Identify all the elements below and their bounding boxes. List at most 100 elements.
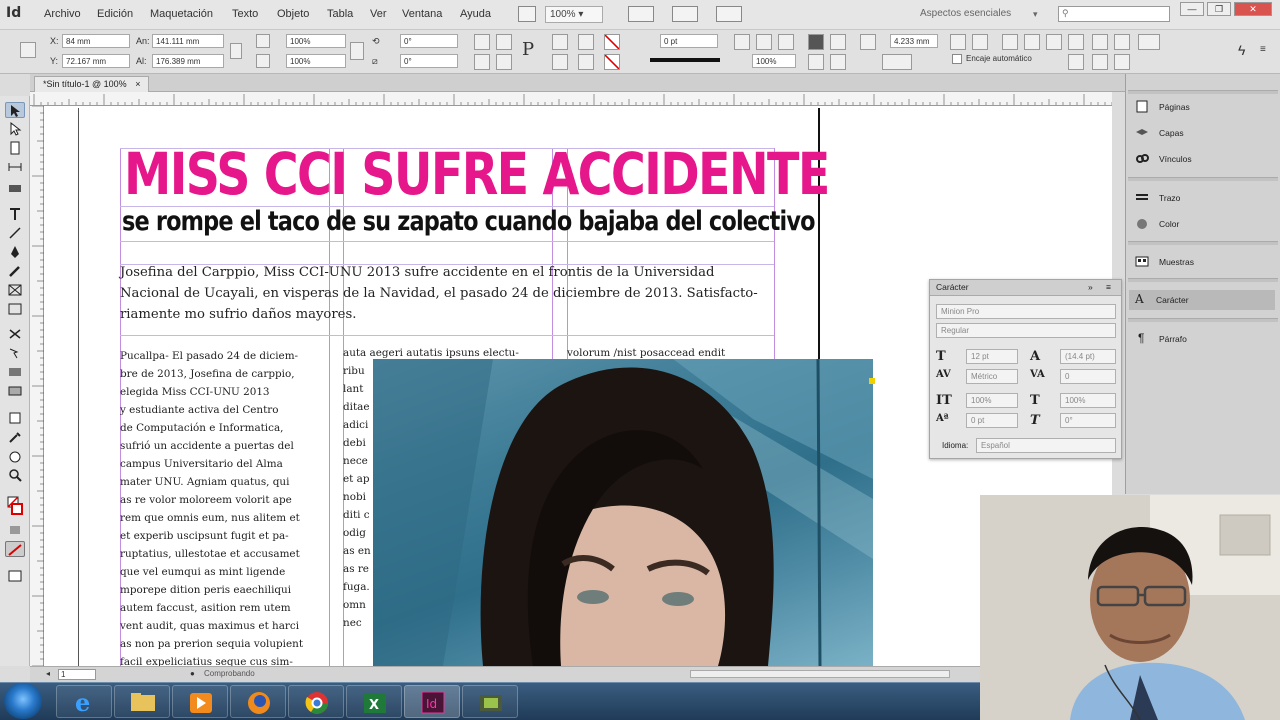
free-transform-tool-icon[interactable] (5, 345, 25, 361)
vertical-ruler[interactable] (30, 105, 44, 667)
view-options-icon[interactable] (672, 6, 698, 22)
body-column-1[interactable]: Pucallpa- El pasado 24 de diciem- bre de… (120, 347, 328, 671)
excel-icon[interactable]: X (346, 685, 402, 718)
hand-tool-icon[interactable] (5, 448, 25, 464)
zoom-tool-icon[interactable] (5, 467, 25, 483)
menu-texto[interactable]: Texto (232, 8, 258, 20)
menu-ver[interactable]: Ver (370, 8, 387, 20)
font-style-select[interactable]: Regular (936, 323, 1116, 338)
workspace-switcher[interactable]: Aspectos esenciales (920, 8, 1011, 19)
note-tool-icon[interactable] (5, 410, 25, 426)
panel-layers[interactable]: Capas (1132, 123, 1272, 143)
gap-field[interactable]: 4.233 mm (890, 34, 938, 48)
flip-v-icon[interactable] (496, 54, 512, 70)
arrange-documents-icon[interactable] (716, 6, 742, 22)
stroke-none-icon[interactable] (604, 54, 620, 70)
firefox-icon[interactable] (230, 685, 286, 718)
distribute-center-icon[interactable] (1092, 34, 1108, 50)
chrome-icon[interactable] (288, 685, 344, 718)
constrain-proportions-icon[interactable] (230, 43, 242, 59)
screen-recorder-icon[interactable] (462, 685, 518, 718)
menu-tabla[interactable]: Tabla (327, 8, 353, 20)
font-size-field[interactable]: 12 pt (966, 349, 1018, 364)
align-v-center-icon[interactable] (1024, 34, 1040, 50)
panel-character[interactable]: A Carácter (1129, 290, 1275, 310)
workspace-chevron-icon[interactable]: ▾ (1033, 9, 1038, 20)
page-number-field[interactable]: 1 (58, 669, 96, 680)
minimize-button[interactable]: — (1180, 2, 1204, 16)
select-prev-icon[interactable] (578, 34, 594, 50)
direct-selection-tool-icon[interactable] (5, 121, 25, 137)
effects-icon[interactable] (778, 34, 794, 50)
height-field[interactable]: 176.389 mm (152, 54, 224, 68)
gradient-feather-tool-icon[interactable] (5, 383, 25, 399)
lead-paragraph[interactable]: Josefina del Carppio, Miss CCI-UNU 2013 … (120, 262, 776, 325)
scale-y-field[interactable]: 100% (286, 54, 346, 68)
tracking-field[interactable]: 0 (1060, 369, 1116, 384)
align-bottom-edges-icon[interactable] (1046, 34, 1062, 50)
distribute-top-icon[interactable] (1068, 54, 1084, 70)
fit-frame-icon[interactable] (808, 34, 824, 50)
menu-ventana[interactable]: Ventana (402, 8, 442, 20)
prev-page-icon[interactable]: ◂ (46, 669, 50, 678)
opacity-field[interactable]: 100% (752, 54, 796, 68)
gap-tool-icon[interactable] (5, 159, 25, 175)
fill-stroke-swatch-icon[interactable] (5, 494, 25, 518)
corner-options-icon[interactable] (860, 34, 876, 50)
fit-content-icon[interactable] (830, 34, 846, 50)
pencil-tool-icon[interactable] (5, 263, 25, 279)
apply-none-icon[interactable] (5, 541, 25, 557)
close-button[interactable]: ✕ (1234, 2, 1272, 16)
width-field[interactable]: 141.111 mm (152, 34, 224, 48)
panel-links[interactable]: Vínculos (1132, 149, 1272, 169)
y-field[interactable]: 72.167 mm (62, 54, 130, 68)
menu-objeto[interactable]: Objeto (277, 8, 309, 20)
rectangle-tool-icon[interactable] (5, 301, 25, 317)
center-content-icon[interactable] (808, 54, 824, 70)
panel-pages[interactable]: Páginas (1132, 97, 1272, 117)
shear-field[interactable]: 0° (400, 54, 458, 68)
bridge-icon[interactable] (518, 6, 536, 22)
character-panel-header[interactable]: Carácter » ≡ (930, 280, 1121, 296)
frame-handle[interactable] (869, 378, 875, 384)
font-family-select[interactable]: Minion Pro (936, 304, 1116, 319)
page-tool-icon[interactable] (5, 140, 25, 156)
stroke-weight-field[interactable]: 0 pt (660, 34, 718, 48)
scissors-tool-icon[interactable] (5, 326, 25, 342)
panel-stroke[interactable]: Trazo (1132, 188, 1272, 208)
reference-point-icon[interactable] (20, 42, 36, 58)
internet-explorer-icon[interactable]: e (56, 685, 112, 718)
horizontal-scale-field[interactable]: 100% (1060, 393, 1116, 408)
rectangle-frame-tool-icon[interactable] (5, 282, 25, 298)
constrain-scale-icon[interactable] (350, 42, 364, 60)
path-text-icon[interactable]: P (522, 39, 534, 60)
preflight-icon[interactable]: ● (190, 669, 195, 678)
flip-h-icon[interactable] (474, 54, 490, 70)
horizontal-ruler[interactable] (30, 92, 1112, 106)
screen-mode-icon[interactable] (628, 6, 654, 22)
corner-shape-icon[interactable] (882, 54, 912, 70)
autofit-checkbox[interactable] (952, 54, 962, 64)
menu-edicion[interactable]: Edición (97, 8, 133, 20)
fill-frame-icon[interactable] (830, 54, 846, 70)
zoom-select[interactable]: 100% ▾ (545, 6, 603, 23)
horizontal-scrollbar[interactable] (690, 670, 950, 678)
rotation-field[interactable]: 0° (400, 34, 458, 48)
distribute-bottom-icon[interactable] (1114, 54, 1130, 70)
scale-x-field[interactable]: 100% (286, 34, 346, 48)
fill-none-icon[interactable] (604, 34, 620, 50)
gradient-swatch-tool-icon[interactable] (5, 364, 25, 380)
stroke-type-swatch[interactable] (650, 58, 720, 62)
distribute-middle-icon[interactable] (1092, 54, 1108, 70)
align-top-edges-icon[interactable] (1002, 34, 1018, 50)
rotate-ccw-icon[interactable] (496, 34, 512, 50)
rotate-cw-icon[interactable] (474, 34, 490, 50)
x-field[interactable]: 84 mm (62, 34, 130, 48)
close-tab-icon[interactable]: × (135, 79, 140, 89)
body-column-3-top[interactable]: volorum /nist posaccead endit (567, 347, 767, 359)
align-left-edges-icon[interactable] (950, 34, 966, 50)
language-select[interactable]: Español (976, 438, 1116, 453)
skew-field[interactable]: 0° (1060, 413, 1116, 428)
document-tab[interactable]: *Sin título-1 @ 100% × (34, 76, 150, 92)
panel-menu-icon[interactable]: ≡ (1260, 44, 1266, 55)
